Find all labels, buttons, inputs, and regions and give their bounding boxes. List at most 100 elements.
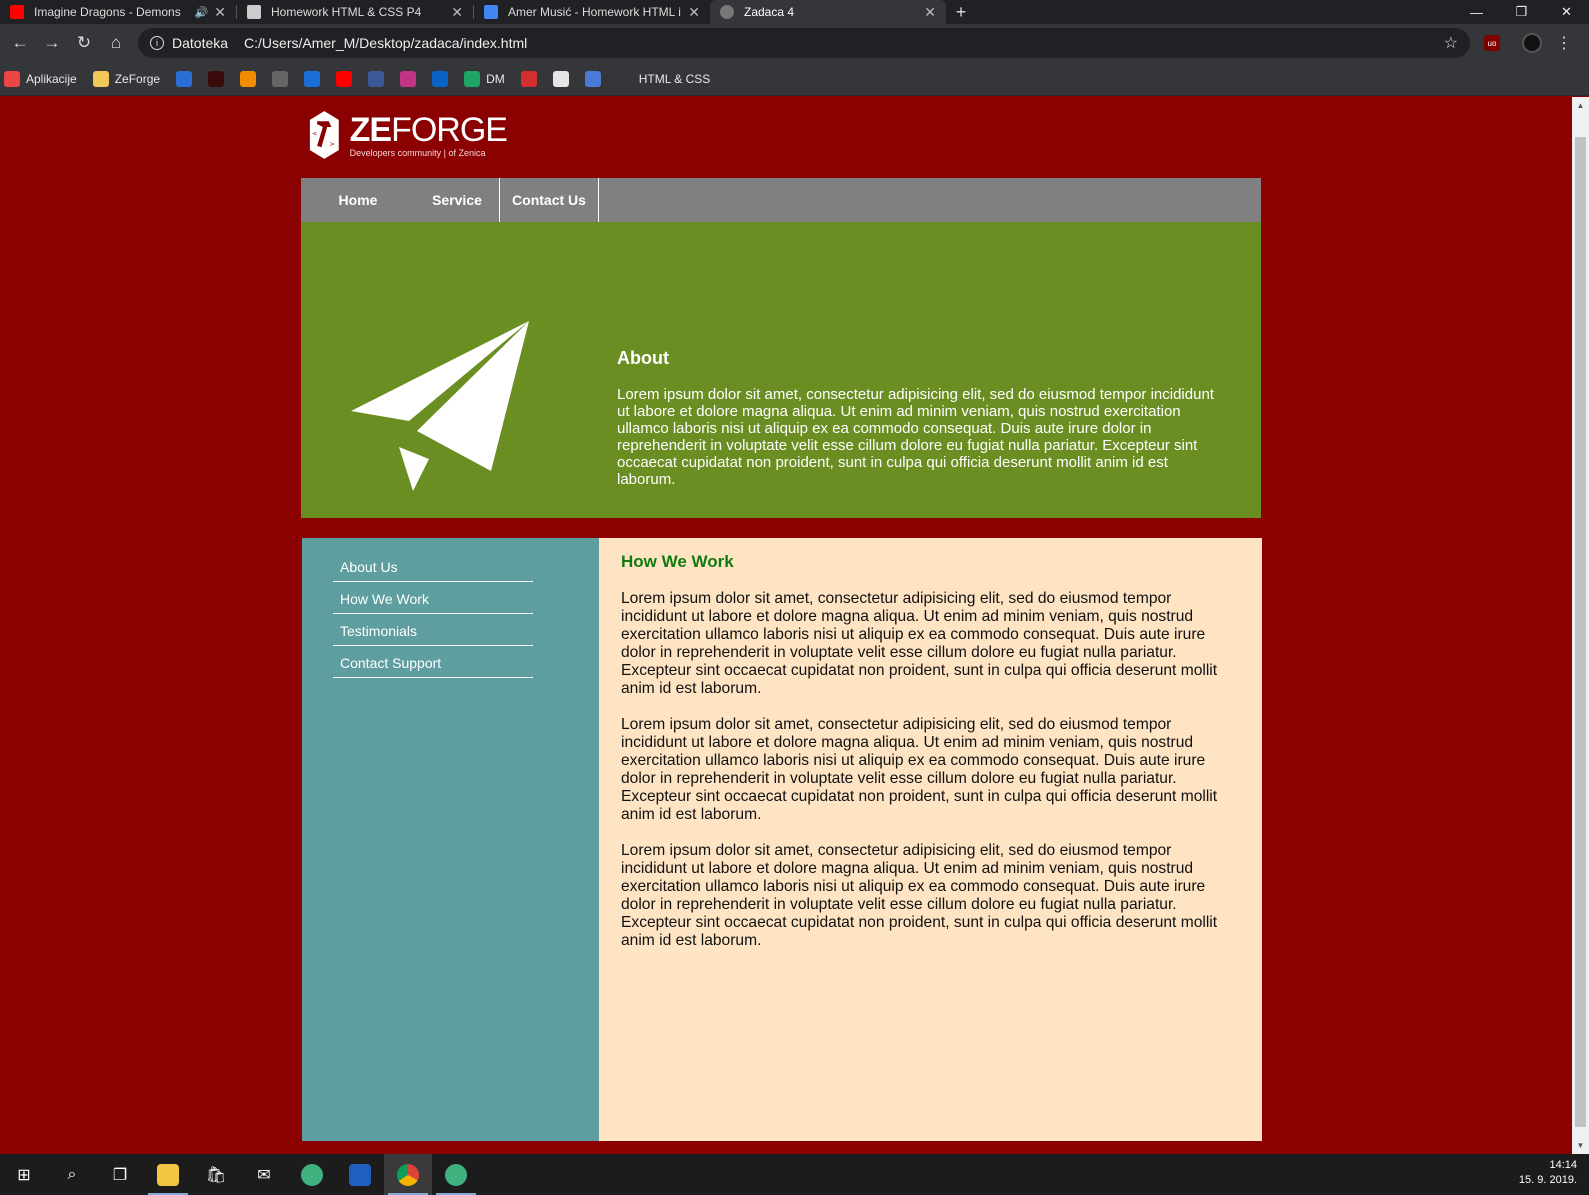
main-content: How We Work Lorem ipsum dolor sit amet, … — [599, 538, 1262, 1141]
facebook-icon — [368, 70, 385, 87]
sidebar: About Us How We Work Testimonials Contac… — [302, 538, 599, 1141]
about-text: Lorem ipsum dolor sit amet, consectetur … — [617, 386, 1214, 488]
close-tab-icon[interactable]: ✕ — [688, 4, 700, 21]
bookmark-item[interactable] — [336, 70, 353, 87]
music-icon — [176, 70, 193, 87]
bookmark-item[interactable] — [400, 70, 417, 87]
bookmark-item[interactable] — [272, 70, 289, 87]
bookmark-star-icon[interactable]: ☆ — [1444, 33, 1458, 53]
bookmark-item[interactable]: Aplikacije — [4, 70, 77, 87]
sidebar-item-contact-support[interactable]: Contact Support — [333, 646, 533, 678]
paper-plane-icon — [351, 321, 529, 491]
scroll-up-icon[interactable]: ▲ — [1572, 97, 1589, 114]
windows-taskbar: ⊞ ⌕ ❐ 🛍 ✉ 14:14 15. 9. 2019. — [0, 1154, 1589, 1195]
svg-text:<: < — [312, 130, 317, 138]
nav-service-link[interactable]: Service — [415, 178, 499, 222]
minimize-icon[interactable]: — — [1454, 0, 1499, 24]
translate-icon — [584, 70, 601, 87]
sidebar-item-about-us[interactable]: About Us — [333, 554, 533, 582]
svg-text:>: > — [329, 140, 334, 148]
scroll-down-icon[interactable]: ▼ — [1572, 1137, 1589, 1154]
page-viewport: < > ZEFORGE Developers community | of Ze… — [0, 97, 1589, 1154]
close-tab-icon[interactable]: ✕ — [451, 4, 463, 21]
vertical-scrollbar[interactable]: ▲ ▼ — [1572, 97, 1589, 1154]
address-bar[interactable]: i Datoteka C:/Users/Amer_M/Desktop/zadac… — [138, 28, 1470, 58]
content-paragraph: Lorem ipsum dolor sit amet, consectetur … — [621, 716, 1218, 823]
home-icon[interactable]: ⌂ — [100, 27, 132, 59]
bookmark-item[interactable] — [176, 70, 193, 87]
bookmarks-bar: Aplikacije ZeForge DM HTML & CSS — [0, 62, 1589, 96]
folder-icon — [92, 70, 109, 87]
file-explorer-icon[interactable] — [144, 1154, 192, 1195]
start-icon[interactable]: ⊞ — [0, 1154, 48, 1195]
chrome-icon[interactable] — [384, 1154, 432, 1195]
bookmark-item[interactable] — [432, 70, 449, 87]
clock-date: 15. 9. 2019. — [1518, 1174, 1577, 1186]
zeforge-logo[interactable]: < > ZEFORGE Developers community | of Ze… — [307, 100, 508, 170]
ublock-extension-icon[interactable]: uo — [1484, 35, 1500, 51]
mail-icon[interactable]: ✉ — [240, 1154, 288, 1195]
content-paragraph: Lorem ipsum dolor sit amet, consectetur … — [621, 590, 1218, 697]
nav-contact-link[interactable]: Contact Us — [499, 178, 599, 222]
sidebar-item-how-we-work[interactable]: How We Work — [333, 582, 533, 614]
sidebar-item-testimonials[interactable]: Testimonials — [333, 614, 533, 646]
close-tab-icon[interactable]: ✕ — [214, 4, 226, 21]
bookmark-item[interactable] — [368, 70, 385, 87]
bookmark-item[interactable] — [552, 70, 569, 87]
window-controls: — ❐ ✕ — [1454, 0, 1589, 24]
close-window-icon[interactable]: ✕ — [1544, 0, 1589, 24]
task-view-icon[interactable]: ❐ — [96, 1154, 144, 1195]
back-icon[interactable]: ← — [4, 27, 36, 59]
bookmark-item[interactable]: ZeForge — [92, 70, 160, 87]
tab-imagine-dragons[interactable]: Imagine Dragons - Demons 🔊 ✕ — [0, 0, 236, 24]
new-tab-button[interactable]: + — [946, 0, 976, 24]
instagram-icon — [400, 70, 417, 87]
drive-icon — [464, 70, 481, 87]
tab-title: Imagine Dragons - Demons — [34, 5, 181, 19]
url-text[interactable]: C:/Users/Amer_M/Desktop/zadaca/index.htm… — [244, 35, 1444, 51]
bookmark-item[interactable] — [208, 70, 225, 87]
docs-favicon-icon — [484, 5, 498, 19]
scrollbar-thumb[interactable] — [1575, 137, 1586, 1127]
main-nav: Home Service Contact Us — [301, 178, 1261, 222]
profile-avatar[interactable] — [1522, 33, 1542, 53]
store-icon[interactable]: 🛍 — [192, 1154, 240, 1195]
restore-icon[interactable]: ❐ — [1499, 0, 1544, 24]
jobs-icon — [208, 70, 225, 87]
bookmark-item[interactable] — [584, 70, 601, 87]
about-title: About — [617, 348, 669, 368]
orange-blocks-icon — [240, 70, 257, 87]
content-paragraph: Lorem ipsum dolor sit amet, consectetur … — [621, 842, 1218, 949]
speaker-icon[interactable]: 🔊 — [195, 6, 209, 19]
atom-icon[interactable] — [288, 1154, 336, 1195]
onedrive-icon — [432, 70, 449, 87]
bookmark-label: HTML & CSS — [638, 71, 711, 86]
how-we-work-title: How We Work — [621, 552, 734, 571]
info-icon[interactable]: i — [150, 36, 164, 50]
bookmark-label: DM — [486, 71, 505, 86]
apps-grid-icon — [4, 70, 20, 87]
bookmark-item[interactable]: DM — [464, 70, 505, 87]
tab-homework-p4[interactable]: Homework HTML & CSS P4 ✕ — [237, 0, 473, 24]
bookmark-item[interactable]: HTML & CSS — [616, 70, 711, 87]
bookmark-item[interactable] — [240, 70, 257, 87]
system-clock[interactable]: 14:14 15. 9. 2019. — [1519, 1158, 1577, 1188]
menu-dots-icon[interactable]: ⋮ — [1556, 33, 1572, 53]
search-icon[interactable]: ⌕ — [48, 1154, 96, 1195]
scheme-label: Datoteka — [172, 35, 229, 51]
tab-google-doc[interactable]: Amer Musić - Homework HTML i ✕ — [474, 0, 710, 24]
wifi-icon — [616, 70, 633, 87]
bookmark-item[interactable] — [304, 70, 321, 87]
browser-toolbar: ← → ↻ ⌂ i Datoteka C:/Users/Amer_M/Deskt… — [0, 24, 1589, 62]
bookmark-label: Aplikacije — [26, 71, 77, 86]
nav-home-link[interactable]: Home — [301, 178, 415, 222]
logo-wordmark: ZEFORGE — [349, 110, 508, 149]
tab-zadaca-4[interactable]: Zadaca 4 ✕ — [710, 0, 946, 24]
forward-icon[interactable]: → — [36, 27, 68, 59]
dev-icon[interactable] — [336, 1154, 384, 1195]
atom-icon-2[interactable] — [432, 1154, 480, 1195]
reload-icon[interactable]: ↻ — [68, 27, 100, 59]
bookmark-item[interactable] — [520, 70, 537, 87]
pdf-icon — [520, 70, 537, 87]
close-tab-icon[interactable]: ✕ — [924, 4, 936, 21]
